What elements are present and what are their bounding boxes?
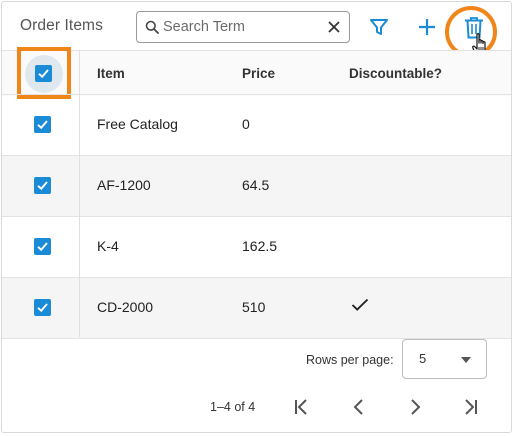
pagination-range: 1–4 of 4 — [210, 400, 256, 414]
order-items-card: Order Items Search Term Item Price Disco… — [1, 1, 512, 433]
cell-item: CD-2000 — [97, 299, 154, 315]
check-icon — [37, 181, 48, 191]
previous-page-icon[interactable] — [348, 396, 370, 418]
cell-price: 510 — [242, 299, 266, 315]
caret-down-icon — [461, 357, 471, 363]
filter-icon[interactable] — [368, 16, 390, 38]
column-divider — [79, 50, 80, 337]
plus-icon[interactable] — [416, 16, 438, 38]
cell-price: 162.5 — [242, 238, 278, 254]
row-checkbox[interactable] — [34, 177, 51, 194]
column-header-price[interactable]: Price — [242, 66, 275, 81]
row-checkbox[interactable] — [34, 116, 51, 133]
cell-price: 64.5 — [242, 177, 270, 193]
cell-item: K-4 — [97, 238, 119, 254]
first-page-icon[interactable] — [291, 396, 313, 418]
row-checkbox[interactable] — [34, 299, 51, 316]
column-header-discountable[interactable]: Discountable? — [349, 66, 442, 81]
rows-per-page-label: Rows per page: — [306, 353, 394, 367]
next-page-icon[interactable] — [404, 396, 426, 418]
select-all-highlight-box — [17, 47, 71, 99]
search-input[interactable] — [163, 16, 323, 38]
check-icon — [37, 242, 48, 252]
last-page-icon[interactable] — [459, 396, 481, 418]
cell-item: AF-1200 — [97, 177, 151, 193]
check-icon — [37, 120, 48, 130]
search-box[interactable] — [136, 11, 350, 43]
column-header-item[interactable]: Item — [97, 66, 125, 81]
page-title: Order Items — [20, 17, 103, 34]
check-icon — [37, 303, 48, 313]
discountable-check-icon — [351, 298, 369, 311]
cell-item: Free Catalog — [97, 116, 178, 132]
rows-per-page-value: 5 — [419, 351, 427, 366]
row-checkbox[interactable] — [34, 238, 51, 255]
cell-price: 0 — [242, 116, 250, 132]
toolbar: Order Items — [2, 2, 511, 58]
search-icon — [145, 20, 159, 34]
close-icon[interactable] — [327, 20, 341, 34]
rows-per-page-select[interactable]: 5 — [402, 339, 487, 379]
